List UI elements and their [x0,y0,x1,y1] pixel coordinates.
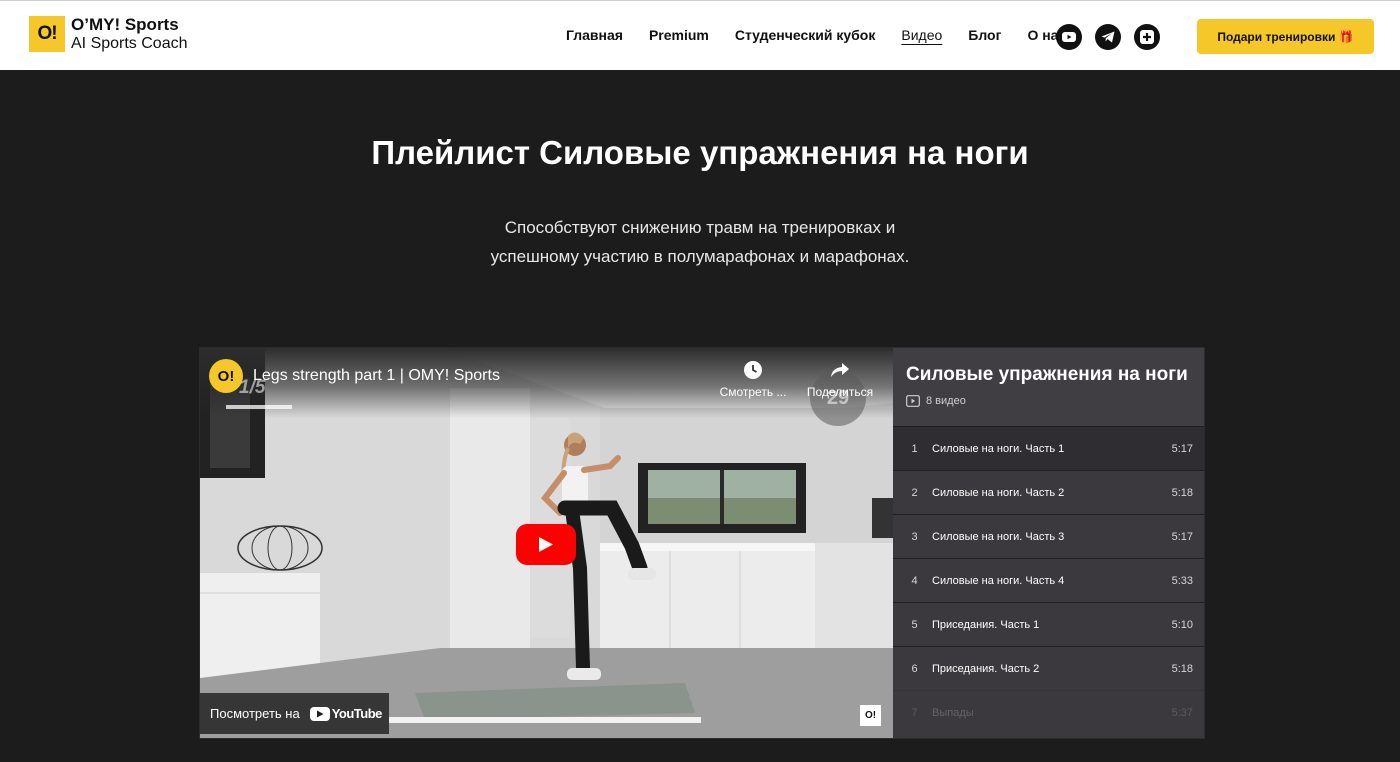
playlist-icon [906,395,920,407]
playlist-item[interactable]: 2 Силовые на ноги. Часть 2 5:18 [893,470,1204,514]
channel-watermark[interactable]: O! [860,705,881,726]
item-number: 6 [911,662,918,675]
youtube-playlist-embed: 1/5 O! Legs strength part 1 | OMY! Sport… [199,347,1205,739]
playlist-item[interactable]: 3 Силовые на ноги. Часть 3 5:17 [893,514,1204,558]
social-links [1056,24,1160,50]
playlist-count: 8 видео [906,395,1204,407]
playlist-item[interactable]: 4 Силовые на ноги. Часть 4 5:33 [893,558,1204,602]
page-subtitle: Способствуют снижению травм на тренировк… [0,213,1400,271]
logo-text: O’MY! Sports AI Sports Coach [71,15,188,53]
playlist-item[interactable]: 7 Выпады 5:37 [893,690,1204,734]
item-duration: 5:17 [1171,530,1193,543]
item-number: 2 [911,486,918,499]
channel-avatar[interactable]: O! [209,359,243,393]
site-header: O! O’MY! Sports AI Sports Coach Главная … [0,0,1400,70]
watch-later-label: Смотреть ... [719,385,787,399]
nav-video[interactable]: Видео [901,27,942,43]
subtitle-line2: успешному участию в полумарафонах и мара… [490,247,910,266]
item-duration: 5:18 [1171,662,1193,675]
youtube-logo: YouTube [309,706,383,721]
main-nav: Главная Premium Студенческий кубок Видео… [566,27,1092,43]
logo-badge: O! [29,16,65,52]
item-number: 7 [911,706,918,719]
item-number: 1 [911,442,918,455]
item-title: Выпады [932,706,974,719]
vk-icon[interactable] [1134,24,1160,50]
item-duration: 5:37 [1171,706,1193,719]
item-title: Силовые на ноги. Часть 2 [932,486,1065,499]
item-title: Силовые на ноги. Часть 4 [932,574,1065,587]
playlist-position-bar [226,405,292,409]
share-button[interactable]: Поделиться [800,360,880,399]
item-duration: 5:33 [1171,574,1193,587]
share-icon [831,363,849,377]
watch-on-label: Посмотреть на [210,706,300,721]
item-number: 3 [911,530,918,543]
logo-line1: O’MY! Sports [71,15,179,34]
page-title: Плейлист Силовые упражнения на ноги [371,134,1029,171]
playlist-item[interactable]: 1 Силовые на ноги. Часть 1 5:17 [893,426,1204,470]
video-title[interactable]: Legs strength part 1 | OMY! Sports [253,367,500,385]
clock-icon [744,361,762,379]
item-duration: 5:17 [1171,442,1193,455]
logo[interactable]: O! O’MY! Sports AI Sports Coach [29,15,188,53]
nav-home[interactable]: Главная [566,27,623,43]
play-icon [539,537,553,552]
item-number: 5 [911,618,918,631]
playlist-count-label: 8 видео [926,395,966,407]
play-button[interactable] [516,524,576,565]
nav-student-cup[interactable]: Студенческий кубок [735,27,876,43]
nav-premium[interactable]: Premium [649,27,709,43]
item-title: Приседания. Часть 1 [932,618,1040,631]
share-label: Поделиться [806,385,874,399]
subtitle-line1: Способствуют снижению травм на тренировк… [504,218,896,237]
playlist-item[interactable]: 5 Приседания. Часть 1 5:10 [893,602,1204,646]
playlist-title[interactable]: Силовые упражнения на ноги [906,364,1204,386]
item-title: Приседания. Часть 2 [932,662,1040,675]
item-title: Силовые на ноги. Часть 3 [932,530,1065,543]
item-number: 4 [911,574,918,587]
video-progress-bar[interactable] [389,717,701,723]
telegram-icon[interactable] [1095,24,1121,50]
video-frame[interactable]: 1/5 O! Legs strength part 1 | OMY! Sport… [200,348,893,738]
gift-trainings-button[interactable]: Подари тренировки 🎁 [1197,19,1374,54]
playlist-header: Силовые упражнения на ноги 8 видео [893,348,1204,426]
nav-blog[interactable]: Блог [968,27,1001,43]
playlist-panel: Силовые упражнения на ноги 8 видео 1 Сил… [893,348,1204,738]
youtube-icon[interactable] [1056,24,1082,50]
item-title: Силовые на ноги. Часть 1 [932,442,1065,455]
youtube-play-icon [309,706,330,721]
youtube-brand: YouTube [331,706,383,721]
item-duration: 5:10 [1171,618,1193,631]
watch-later-button[interactable]: Смотреть ... [713,360,793,399]
playlist-item[interactable]: 6 Приседания. Часть 2 5:18 [893,646,1204,690]
watch-on-youtube-button[interactable]: Посмотреть на YouTube [200,693,389,734]
item-duration: 5:18 [1171,486,1193,499]
logo-line2: AI Sports Coach [71,35,188,52]
